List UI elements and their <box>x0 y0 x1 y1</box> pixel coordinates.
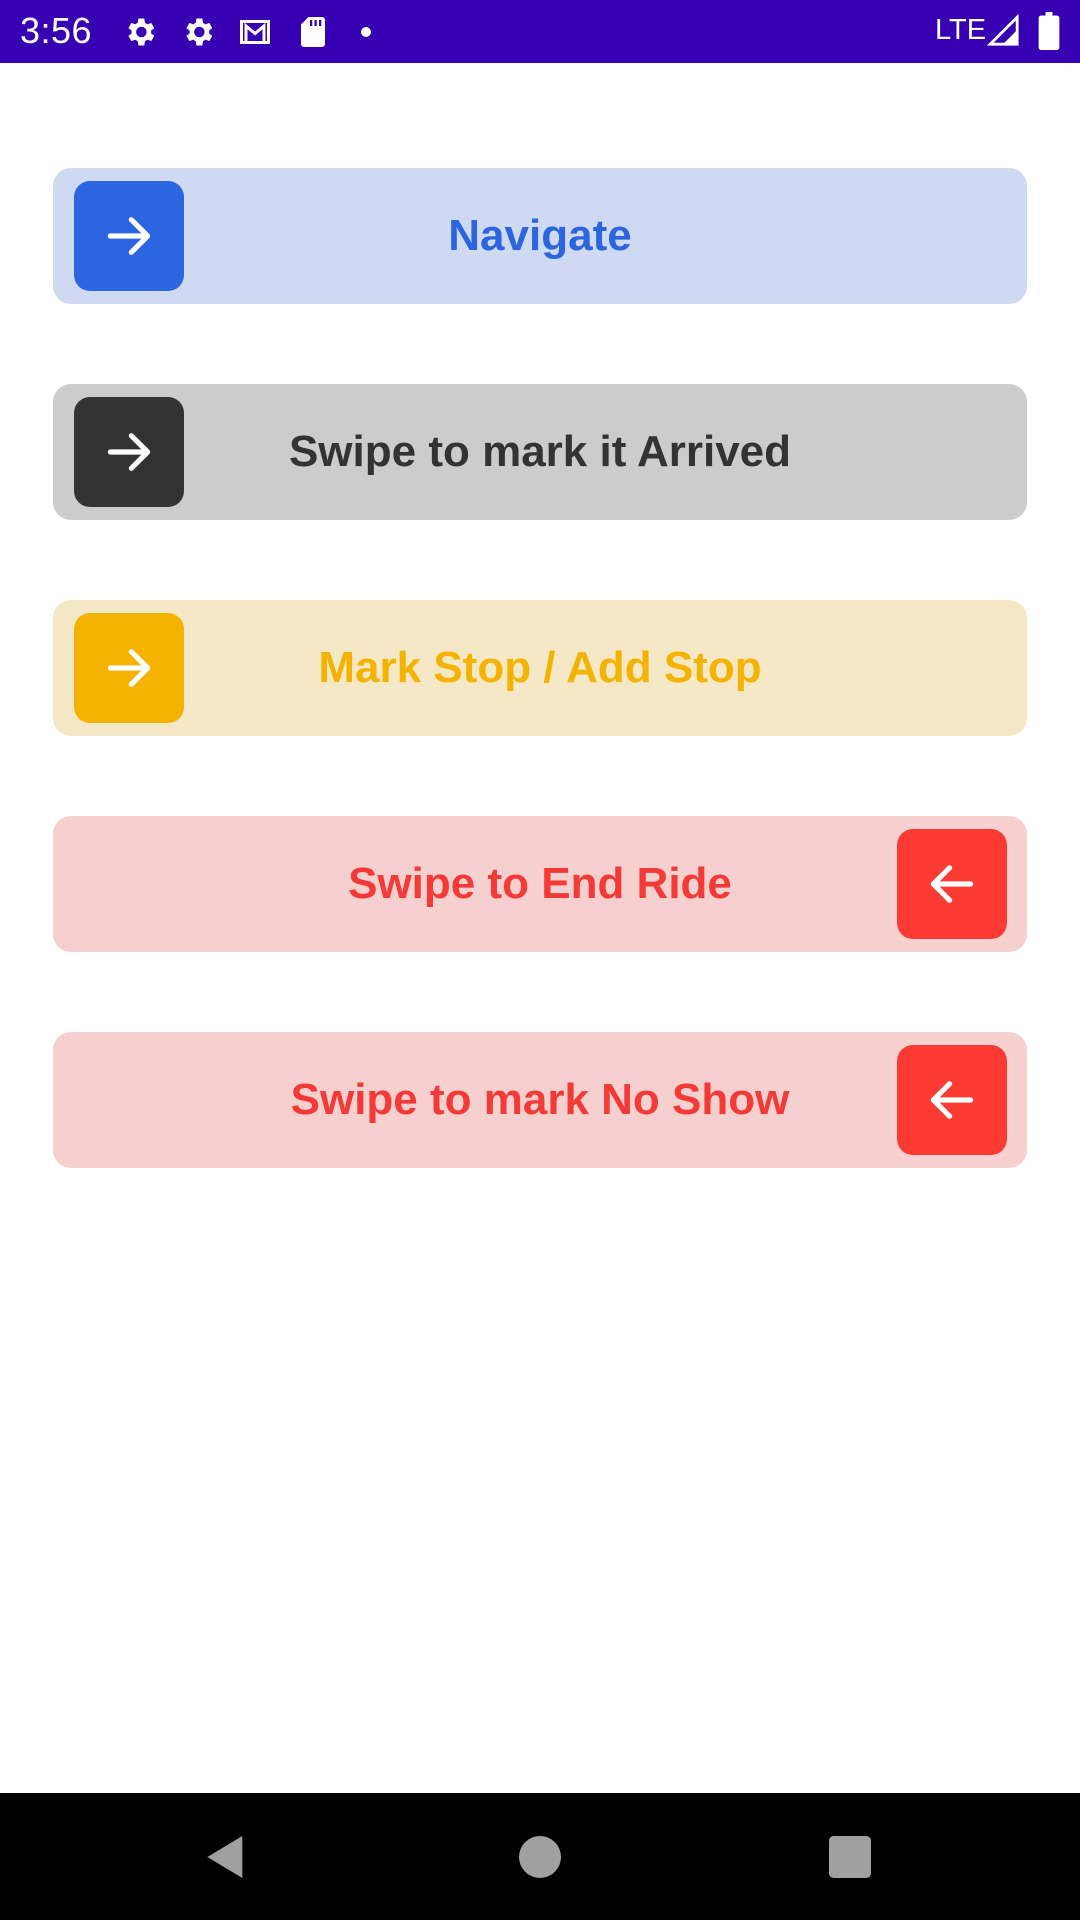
end-ride-slider[interactable]: Swipe to End Ride <box>53 816 1027 952</box>
notification-dot-icon <box>358 24 374 40</box>
slide-handle[interactable] <box>74 397 184 507</box>
sd-card-icon <box>295 14 331 50</box>
settings-icon <box>122 14 158 50</box>
slider-label: Mark Stop / Add Stop <box>318 643 762 692</box>
status-time: 3:56 <box>20 10 93 51</box>
slider-label: Navigate <box>448 211 632 260</box>
mark-stop-slider[interactable]: Mark Stop / Add Stop <box>53 600 1027 736</box>
settings-icon <box>180 14 216 50</box>
slide-handle[interactable] <box>897 1045 1007 1155</box>
back-icon[interactable] <box>198 1829 254 1885</box>
slide-handle[interactable] <box>74 613 184 723</box>
signal-icon <box>986 13 1020 47</box>
arrow-left-icon <box>930 865 974 903</box>
slider-label: Swipe to End Ride <box>348 859 732 908</box>
status-bar: 3:56 LTE <box>0 0 1080 63</box>
home-icon[interactable] <box>512 1829 568 1885</box>
no-show-slider[interactable]: Swipe to mark No Show <box>53 1032 1027 1168</box>
slide-handle[interactable] <box>897 829 1007 939</box>
navigation-bar <box>0 1793 1080 1920</box>
slide-handle[interactable] <box>74 181 184 291</box>
mark-arrived-slider[interactable]: Swipe to mark it Arrived <box>53 384 1027 520</box>
slider-label: Swipe to mark No Show <box>290 1075 790 1124</box>
battery-icon <box>1038 12 1060 50</box>
arrow-right-icon <box>107 217 151 255</box>
slider-label: Swipe to mark it Arrived <box>288 427 792 476</box>
slider-list: Navigate Swipe to mark it Arrived Mark S… <box>0 63 1080 1793</box>
gmail-icon <box>237 14 273 50</box>
recents-icon[interactable] <box>822 1829 878 1885</box>
arrow-left-icon <box>930 1081 974 1119</box>
network-type-label: LTE <box>935 14 987 46</box>
navigate-slider[interactable]: Navigate <box>53 168 1027 304</box>
arrow-right-icon <box>107 433 151 471</box>
arrow-right-icon <box>107 649 151 687</box>
